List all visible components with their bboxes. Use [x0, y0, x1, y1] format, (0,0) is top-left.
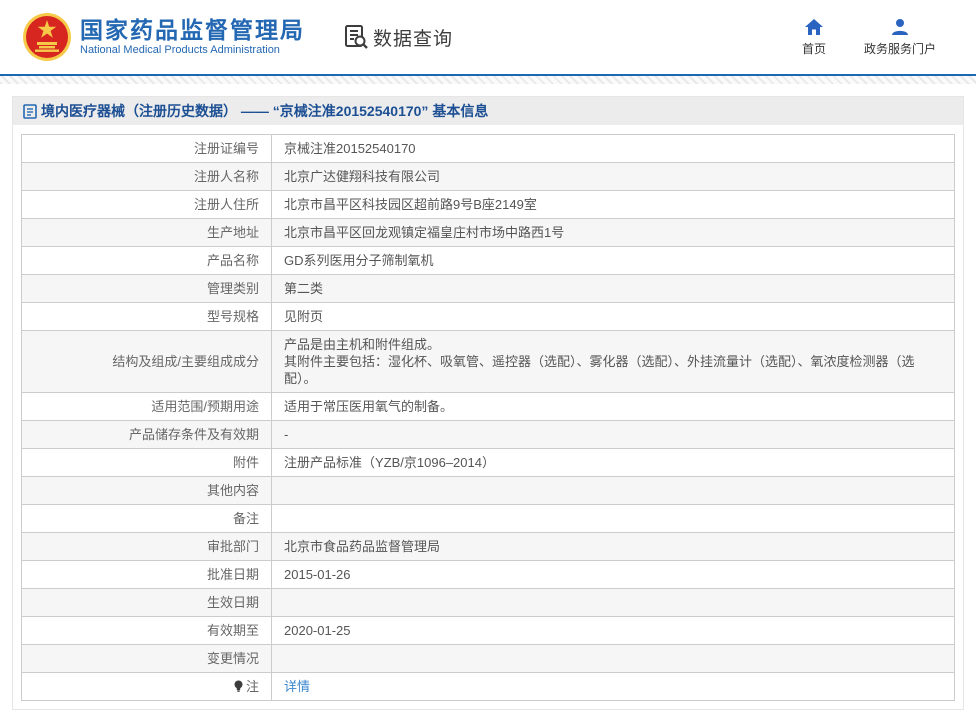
- row-label: 变更情况: [21, 644, 272, 673]
- row-label: 其他内容: [21, 476, 272, 505]
- row-label: 产品名称: [21, 246, 272, 275]
- site-header: 国家药品监督管理局 National Medical Products Admi…: [0, 0, 976, 74]
- row-value: 北京市昌平区回龙观镇定福皇庄村市场中路西1号: [271, 218, 955, 247]
- table-row: 有效期至 2020-01-25: [21, 616, 955, 645]
- row-label: 结构及组成/主要组成成分: [21, 330, 272, 393]
- row-label: 备注: [21, 504, 272, 533]
- row-label: 注册证编号: [21, 134, 272, 163]
- row-value: 北京市食品药品监督管理局: [271, 532, 955, 561]
- table-row: 产品名称 GD系列医用分子筛制氧机: [21, 246, 955, 275]
- details-link[interactable]: 详情: [284, 679, 310, 694]
- row-value: 2015-01-26: [271, 560, 955, 589]
- row-value[interactable]: 详情: [271, 672, 955, 701]
- table-row: 适用范围/预期用途 适用于常压医用氧气的制备。: [21, 392, 955, 421]
- table-row: 型号规格 见附页: [21, 302, 955, 331]
- table-row: 产品储存条件及有效期 -: [21, 420, 955, 449]
- page-title-bar: 境内医疗器械（注册历史数据） —— “京械注准20152540170” 基本信息: [13, 97, 963, 125]
- home-icon: [804, 19, 823, 35]
- row-label: 注册人住所: [21, 190, 272, 219]
- header-nav: 首页 政务服务门户: [802, 17, 936, 57]
- org-name-en: National Medical Products Administration: [80, 44, 280, 56]
- table-row: 注册证编号 京械注准20152540170: [21, 134, 955, 163]
- row-label: 生产地址: [21, 218, 272, 247]
- national-emblem-icon: [23, 13, 71, 61]
- table-row: 附件 注册产品标准（YZB/京1096–2014）: [21, 448, 955, 477]
- row-value: [271, 476, 955, 505]
- table-row: 批准日期 2015-01-26: [21, 560, 955, 589]
- row-value: 第二类: [271, 274, 955, 303]
- row-value: 2020-01-25: [271, 616, 955, 645]
- table-row: 注册人住所 北京市昌平区科技园区超前路9号B座2149室: [21, 190, 955, 219]
- table-row: 变更情况: [21, 644, 955, 673]
- row-label: 有效期至: [21, 616, 272, 645]
- site-logo[interactable]: 国家药品监督管理局 National Medical Products Admi…: [22, 12, 305, 62]
- info-table: 注册证编号 京械注准20152540170 注册人名称 北京广达健翔科技有限公司 注册人…: [21, 134, 955, 701]
- row-label: 注册人名称: [21, 162, 272, 191]
- row-value: 产品是由主机和附件组成。 其附件主要包括：湿化杯、吸氧管、遥控器（选配）、雾化器（…: [271, 330, 955, 393]
- content-panel: 境内医疗器械（注册历史数据） —— “京械注准20152540170” 基本信息…: [12, 96, 964, 710]
- data-query-label: 数据查询: [373, 28, 454, 50]
- row-value: 北京市昌平区科技园区超前路9号B座2149室: [271, 190, 955, 219]
- nav-item-label: 政务服务门户: [863, 42, 936, 56]
- org-name-zh: 国家药品监督管理局: [80, 17, 305, 43]
- document-icon: [23, 103, 37, 119]
- row-label: 适用范围/预期用途: [21, 392, 272, 421]
- nav-item-home[interactable]: 首页: [802, 17, 826, 57]
- table-row: 注详情: [21, 672, 955, 701]
- row-value: 适用于常压医用氧气的制备。: [271, 392, 955, 421]
- row-label: 批准日期: [21, 560, 272, 589]
- row-value: [271, 644, 955, 673]
- hatch-band: [0, 76, 976, 84]
- row-value: [271, 504, 955, 533]
- row-label: 型号规格: [21, 302, 272, 331]
- row-label: 生效日期: [21, 588, 272, 617]
- row-label: 管理类别: [21, 274, 272, 303]
- row-label: 产品储存条件及有效期: [21, 420, 272, 449]
- row-value: [271, 588, 955, 617]
- table-row: 注册人名称 北京广达健翔科技有限公司: [21, 162, 955, 191]
- page-title: 境内医疗器械（注册历史数据） —— “京械注准20152540170” 基本信息: [41, 103, 489, 119]
- row-value: 注册产品标准（YZB/京1096–2014）: [271, 448, 955, 477]
- row-value: -: [271, 420, 955, 449]
- table-row: 生产地址 北京市昌平区回龙观镇定福皇庄村市场中路西1号: [21, 218, 955, 247]
- table-row: 结构及组成/主要组成成分 产品是由主机和附件组成。 其附件主要包括：湿化杯、吸氧管、…: [21, 330, 955, 393]
- table-row: 生效日期: [21, 588, 955, 617]
- row-label: 注: [21, 672, 272, 701]
- data-query-entry[interactable]: 数据查询: [343, 24, 453, 51]
- row-value: 京械注准20152540170: [271, 134, 955, 163]
- row-value: 见附页: [271, 302, 955, 331]
- nav-item-label: 首页: [801, 42, 826, 56]
- row-label: 审批部门: [21, 532, 272, 561]
- table-row: 备注: [21, 504, 955, 533]
- table-row: 其他内容: [21, 476, 955, 505]
- table-row: 审批部门 北京市食品药品监督管理局: [21, 532, 955, 561]
- row-value: 北京广达健翔科技有限公司: [271, 162, 955, 191]
- data-query-icon: [345, 25, 368, 49]
- nav-item-service-portal[interactable]: 政务服务门户: [864, 17, 936, 57]
- row-label: 附件: [21, 448, 272, 477]
- table-row: 管理类别 第二类: [21, 274, 955, 303]
- info-table-body: 注册证编号 京械注准20152540170 注册人名称 北京广达健翔科技有限公司 注册人…: [21, 134, 955, 701]
- row-value: GD系列医用分子筛制氧机: [271, 246, 955, 275]
- bulb-icon: [233, 680, 244, 693]
- user-icon: [891, 19, 908, 35]
